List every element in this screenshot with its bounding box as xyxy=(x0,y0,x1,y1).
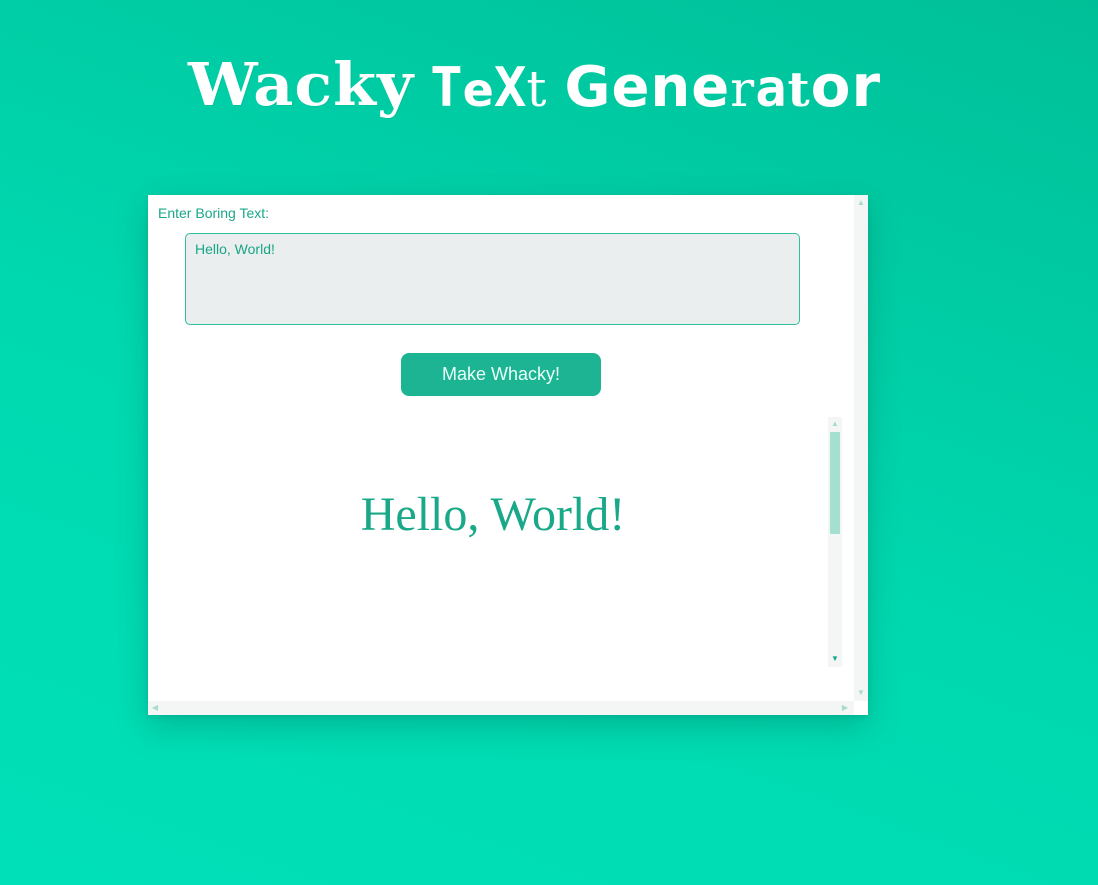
scroll-down-arrow-icon[interactable]: ▼ xyxy=(828,655,842,663)
panel-scroll-up-icon[interactable]: ▲ xyxy=(854,199,868,207)
scroll-up-arrow-icon[interactable]: ▲ xyxy=(828,420,842,428)
output-scrollbar[interactable]: ▲ ▼ xyxy=(828,417,842,667)
panel-horizontal-scrollbar[interactable]: ◀ ▶ xyxy=(148,701,854,715)
title-word-generator: Generator xyxy=(564,52,882,120)
boring-text-input[interactable]: Hello, World! xyxy=(185,233,800,325)
panel-scroll-down-icon[interactable]: ▼ xyxy=(854,689,868,697)
panel-vertical-scrollbar[interactable]: ▲ ▼ xyxy=(854,195,868,701)
generator-panel: Enter Boring Text: Hello, World! Make Wh… xyxy=(148,195,868,715)
title-word-wacky: Wacky xyxy=(188,49,415,120)
title-word-text: TeXt xyxy=(430,56,547,119)
input-label: Enter Boring Text: xyxy=(158,205,270,221)
output-area: Hello, World! ▲ ▼ xyxy=(148,417,844,669)
panel-scroll-left-icon[interactable]: ◀ xyxy=(148,704,162,712)
panel-scroll-right-icon[interactable]: ▶ xyxy=(838,704,852,712)
output-scroll-thumb[interactable] xyxy=(830,432,840,534)
page-title: Wacky TeXt Generator xyxy=(188,48,881,128)
make-whacky-button[interactable]: Make Whacky! xyxy=(401,353,601,396)
whacky-output-text: Hello, World! xyxy=(360,488,626,541)
